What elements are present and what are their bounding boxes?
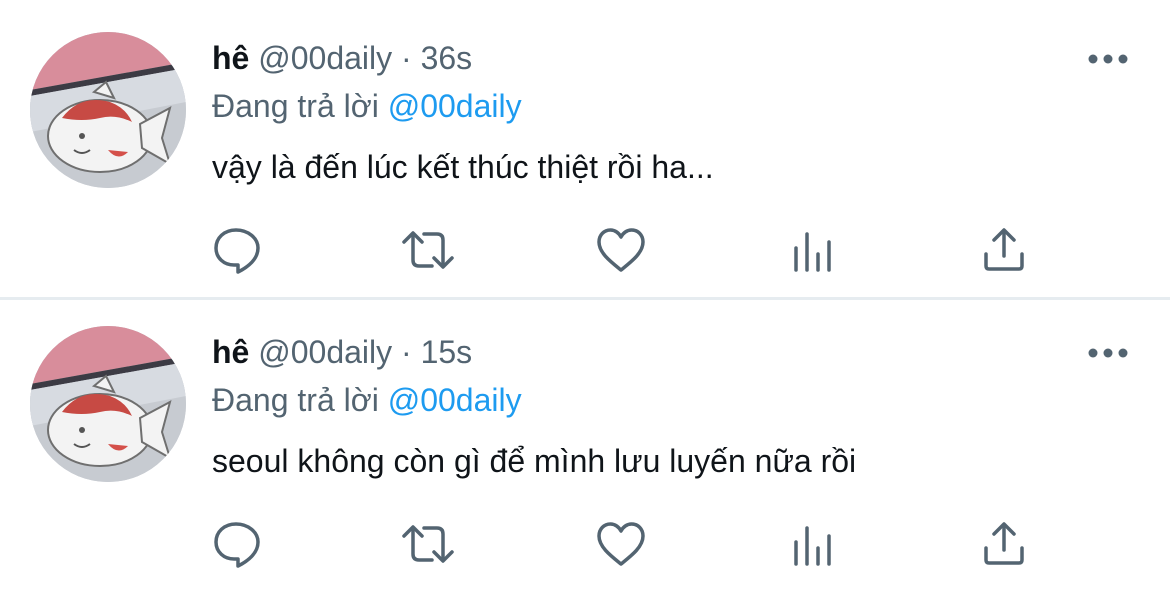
tweet[interactable]: hê @00daily · 15s Đang trả lời @00daily … (0, 294, 1170, 588)
analytics-icon[interactable] (785, 222, 841, 278)
reply-icon[interactable] (210, 516, 266, 572)
reply-icon[interactable] (210, 222, 266, 278)
user-handle[interactable]: @00daily (258, 40, 392, 76)
tweet-actions (0, 516, 1170, 572)
analytics-icon[interactable] (785, 516, 841, 572)
avatar[interactable] (30, 326, 186, 482)
separator-dot: · (401, 334, 412, 370)
replying-to-handle[interactable]: @00daily (388, 88, 522, 124)
replying-to: Đang trả lời @00daily (212, 86, 522, 126)
timestamp[interactable]: 36s (421, 40, 473, 76)
like-icon[interactable] (593, 516, 649, 572)
tweet-header: hê @00daily · 15s (212, 332, 472, 372)
tweet-text: vậy là đến lúc kết thúc thiệt rồi ha... (212, 149, 714, 185)
display-name[interactable]: hê (212, 40, 249, 76)
retweet-icon[interactable] (400, 222, 456, 278)
tweet-actions (0, 222, 1170, 278)
replying-to-label: Đang trả lời (212, 382, 379, 418)
more-options-icon[interactable] (1086, 342, 1130, 364)
share-icon[interactable] (976, 222, 1032, 278)
more-options-icon[interactable] (1086, 48, 1130, 70)
replying-to-label: Đang trả lời (212, 88, 379, 124)
replying-to: Đang trả lời @00daily (212, 380, 522, 420)
like-icon[interactable] (593, 222, 649, 278)
share-icon[interactable] (976, 516, 1032, 572)
display-name[interactable]: hê (212, 334, 249, 370)
retweet-icon[interactable] (400, 516, 456, 572)
timestamp[interactable]: 15s (421, 334, 473, 370)
separator-dot: · (401, 40, 412, 76)
replying-to-handle[interactable]: @00daily (388, 382, 522, 418)
avatar-image (30, 326, 186, 482)
tweet-header: hê @00daily · 36s (212, 38, 472, 78)
tweet-feed: hê @00daily · 36s Đang trả lời @00daily … (0, 0, 1170, 591)
tweet[interactable]: hê @00daily · 36s Đang trả lời @00daily … (0, 0, 1170, 300)
tweet-text: seoul không còn gì để mình lưu luyến nữa… (212, 443, 857, 479)
user-handle[interactable]: @00daily (258, 334, 392, 370)
avatar-image (30, 32, 186, 188)
avatar[interactable] (30, 32, 186, 188)
